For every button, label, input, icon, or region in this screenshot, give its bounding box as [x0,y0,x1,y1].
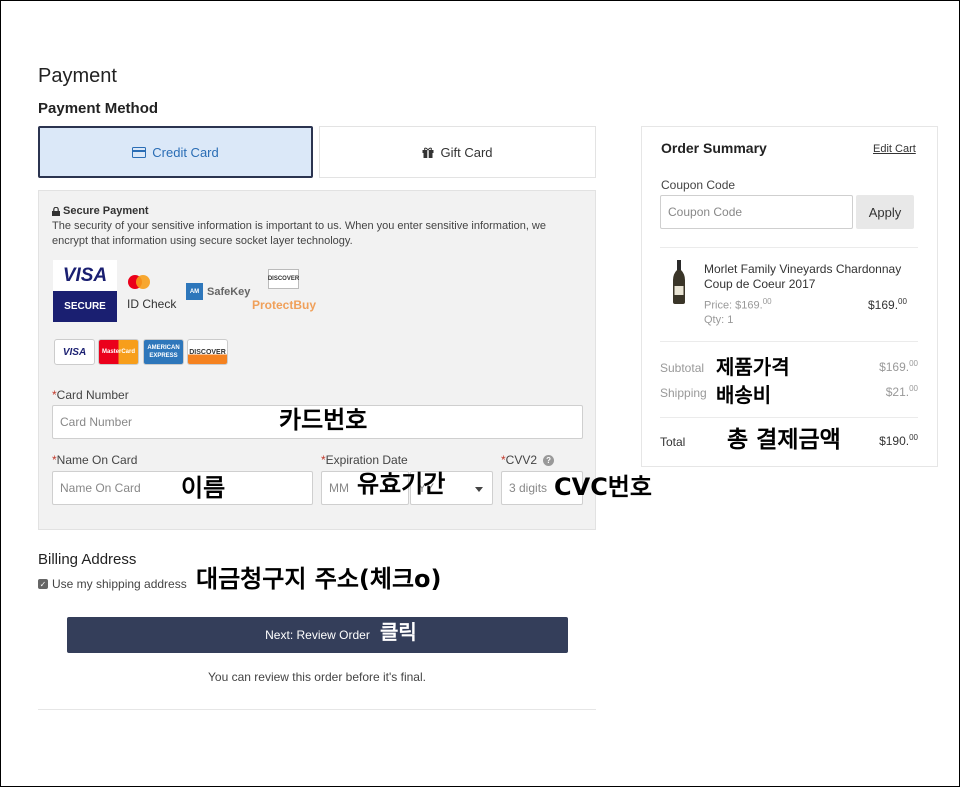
annotation-product-price: 제품가격 [716,355,790,379]
visa-secure-bottom: SECURE [53,291,117,322]
help-icon[interactable]: ? [543,454,555,466]
expiration-date-label-text: Expiration Date [325,453,408,467]
shipping-label: Shipping [660,386,707,400]
subtotal-value: $169.00 [838,359,918,374]
total-cents: 00 [909,433,918,442]
total-label: Total [660,435,686,449]
tab-gift-card-label: Gift Card [440,144,493,160]
line-total-cents: 00 [898,297,907,306]
amex-logo: AMERICAN EXPRESS [143,339,184,365]
apply-coupon-button[interactable]: Apply [856,195,914,229]
lock-icon [52,206,60,216]
visa-secure-badge: VISA SECURE [53,260,117,322]
discover-icon: DISCOVER [268,269,299,289]
line-total-text: $169. [868,298,899,312]
subtotal-amount: $169. [879,360,910,374]
tab-gift-card[interactable]: Gift Card [319,126,596,178]
discover-logo: DISCOVER [187,339,228,365]
annotation-click: 클릭 [380,620,417,644]
annotation-expiration: 유효기간 [357,470,446,498]
subtotal-label: Subtotal [660,361,705,375]
mastercard-logo: MasterCard [98,339,139,365]
use-shipping-address-row[interactable]: ✓ Use my shipping address [38,577,187,591]
coupon-code-label: Coupon Code [661,178,736,192]
expiration-date-label: *Expiration Date [321,453,408,467]
secure-payment-title-text: Secure Payment [63,205,149,217]
chevron-down-icon [475,481,483,495]
annotation-card-number: 카드번호 [279,406,368,434]
name-on-card-label-text: Name On Card [56,453,138,467]
unit-price-cents: 00 [762,297,772,306]
amex-icon: AM [186,283,203,300]
annotation-total: 총 결제금액 [727,427,841,453]
gift-icon [422,147,434,158]
use-shipping-checkbox[interactable]: ✓ [38,579,48,589]
unit-price-text: Price: $169. [704,299,763,312]
page-title: Payment [38,65,117,87]
discover-protectbuy: ProtectBuy [252,298,317,312]
summary-divider [660,341,918,342]
shipping-cents: 00 [909,384,918,393]
next-review-order-button[interactable]: Next: Review Order [67,617,568,653]
cvv-label: * CVV2? [501,453,555,467]
name-on-card-label: *Name On Card [52,453,137,467]
payment-method-heading: Payment Method [38,100,159,117]
card-number-label-text: Card Number [56,388,129,402]
shipping-amount: $21. [885,385,910,399]
secure-payment-title: Secure Payment [52,205,149,217]
annotation-shipping: 배송비 [716,383,772,407]
card-number-label: *Card Number [52,388,129,402]
secure-payment-text: The security of your sensitive informati… [52,220,546,247]
annotation-billing: 대금청구지 주소(체크o) [196,565,442,593]
cvv-label-text: CVV2 [505,453,538,467]
product-line-total: $169.00 [868,297,907,312]
mastercard-icon [127,274,151,290]
amex-safekey-badge: AM SafeKey [186,283,250,300]
summary-divider [660,417,918,418]
billing-address-heading: Billing Address [38,551,137,568]
visa-logo: VISA [54,339,95,365]
coupon-code-input[interactable]: Coupon Code [660,195,853,229]
tab-credit-card[interactable]: Credit Card [38,126,313,178]
product-unit-price: Price: $169.00 [704,297,772,312]
credit-card-icon [132,146,147,158]
order-summary-title: Order Summary [661,140,767,156]
edit-cart-link[interactable]: Edit Cart [873,143,916,155]
visa-secure-top: VISA [53,260,117,291]
annotation-cvc: CVC번호 [554,473,652,501]
subtotal-cents: 00 [909,359,918,368]
review-note: You can review this order before it's fi… [208,670,426,684]
shipping-value: $21.00 [838,384,918,399]
use-shipping-label: Use my shipping address [52,577,187,591]
tab-credit-card-label: Credit Card [152,144,219,160]
total-amount: $190. [879,434,910,448]
divider [38,709,596,710]
annotation-name: 이름 [181,474,226,502]
total-value: $190.00 [838,433,918,448]
safekey-text: SafeKey [207,285,251,298]
product-name[interactable]: Morlet Family Vineyards Chardonnay Coup … [704,262,904,292]
mastercard-id-check: ID Check [127,297,177,311]
summary-divider [660,247,918,248]
product-quantity: Qty: 1 [704,314,734,326]
wine-bottle-image [671,260,687,304]
